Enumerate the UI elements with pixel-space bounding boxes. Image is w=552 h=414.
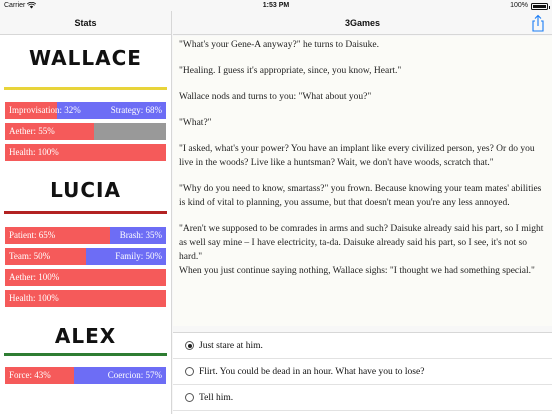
choice-label: Flirt. You could be dead in an hour. Wha… (199, 367, 425, 377)
character-name: LUCIA (50, 178, 121, 202)
page-title: 3Games (344, 18, 381, 28)
stat-right-label: Strategy: 68% (110, 105, 162, 115)
share-icon[interactable] (530, 14, 546, 32)
battery-icon (531, 3, 550, 10)
radio-button[interactable] (185, 367, 194, 376)
character-panel-alex: ALEX Force: 43% Coercion: 57% (0, 311, 171, 384)
stat-bar: Aether: 55% (5, 123, 166, 140)
choice-option[interactable]: Just stare at him. (173, 333, 552, 359)
story-paragraph: "What?" (179, 118, 212, 128)
story-paragraph: "Why do you need to know, smartass?" you… (179, 184, 542, 208)
stat-left-label: Patient: 65% (9, 230, 56, 240)
choice-list: Just stare at him. Flirt. You could be d… (173, 332, 552, 414)
choice-label: Tell him. (199, 393, 234, 403)
stat-bar: Improvisation: 32% Strategy: 68% (5, 102, 166, 119)
story-paragraph: "I asked, what's your power? You have an… (179, 144, 535, 168)
story-paragraph: Wallace nods and turns to you: "What abo… (179, 92, 372, 102)
stat-left-label: Aether: 55% (9, 126, 55, 136)
character-panel-lucia: LUCIA Patient: 65% Brash: 35% Team: 50% … (0, 165, 171, 307)
stat-left-label: Health: 100% (9, 147, 59, 157)
stats-sidebar[interactable]: Stats WALLACE Improvisation: 32% Strateg… (0, 11, 172, 414)
story-paragraph: "Healing. I guess it's appropriate, sinc… (179, 66, 402, 76)
stat-left-label: Team: 50% (9, 251, 51, 261)
stat-bar: Health: 100% (5, 144, 166, 161)
stat-bar: Patient: 65% Brash: 35% (5, 227, 166, 244)
character-name: ALEX (54, 324, 117, 348)
stat-right-label: Coercion: 57% (107, 370, 162, 380)
status-time: 1:53 PM (262, 2, 290, 9)
radio-button[interactable] (185, 341, 194, 350)
choice-label: Just stare at him. (199, 341, 263, 351)
stat-bar: Aether: 100% (5, 269, 166, 286)
nav-bar: 3Games (173, 11, 552, 35)
character-rule (4, 87, 167, 90)
stat-bar: Health: 100% (5, 290, 166, 307)
radio-button[interactable] (185, 393, 194, 402)
stat-bar: Team: 50% Family: 50% (5, 248, 166, 265)
character-name: WALLACE (29, 46, 142, 70)
status-right: 100% (510, 0, 550, 11)
stat-right-label: Family: 50% (115, 251, 162, 261)
character-rule (4, 211, 167, 214)
stat-left-label: Health: 100% (9, 293, 59, 303)
status-bar: Carrier 1:53 PM 100% (0, 0, 552, 11)
story-paragraph: When you just continue saying nothing, W… (179, 266, 535, 276)
stat-right-label: Brash: 35% (119, 230, 162, 240)
story-paragraph: "Aren't we supposed to be comrades in ar… (179, 224, 544, 262)
stat-bar: Force: 43% Coercion: 57% (5, 367, 166, 384)
battery-percent: 100% (510, 2, 528, 9)
choice-option[interactable]: Tell him. (173, 385, 552, 411)
stat-left-label: Force: 43% (9, 370, 51, 380)
character-rule (4, 353, 167, 356)
story-text[interactable]: "What's your Gene-A anyway?" he turns to… (173, 36, 552, 326)
sidebar-title: Stats (0, 11, 171, 35)
stat-left-label: Improvisation: 32% (9, 105, 81, 115)
story-paragraph: "What's your Gene-A anyway?" he turns to… (179, 40, 379, 50)
choice-option[interactable]: Flirt. You could be dead in an hour. Wha… (173, 359, 552, 385)
character-panel-wallace: WALLACE Improvisation: 32% Strategy: 68%… (0, 35, 171, 161)
stat-left-label: Aether: 100% (9, 272, 60, 282)
